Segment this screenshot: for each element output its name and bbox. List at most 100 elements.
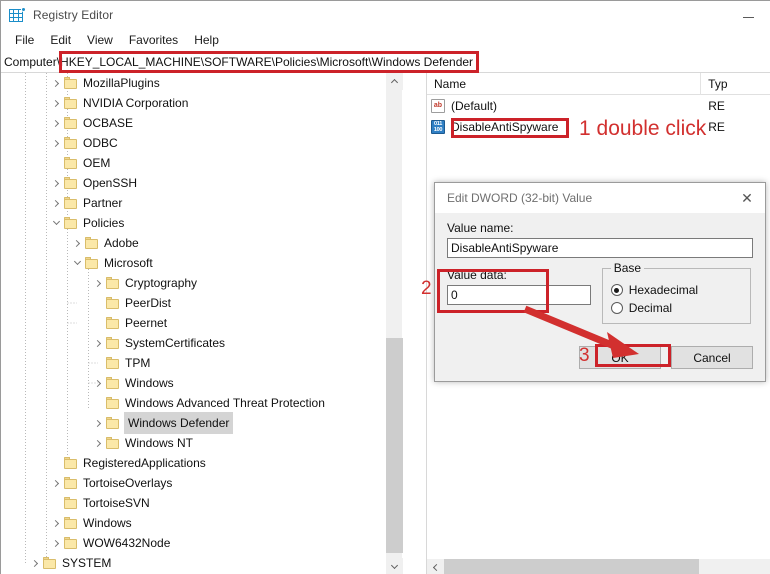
folder-icon — [106, 377, 120, 389]
tree-expander[interactable] — [48, 513, 64, 533]
menu-item-file[interactable]: File — [7, 31, 42, 49]
tree-item-cryptography[interactable]: Cryptography — [1, 273, 402, 293]
chevron-down-icon — [73, 257, 81, 266]
tree-item-windows-advanced-threat-protection[interactable]: Windows Advanced Threat Protection — [1, 393, 402, 413]
tree-item-tpm[interactable]: TPM — [1, 353, 402, 373]
value-name-label: Value name: — [447, 221, 514, 235]
tree-expander[interactable] — [27, 553, 43, 573]
address-path: HKEY_LOCAL_MACHINE\SOFTWARE\Policies\Mic… — [60, 54, 474, 69]
tree-item-nvidia-corporation[interactable]: NVIDIA Corporation — [1, 93, 402, 113]
menu-item-edit[interactable]: Edit — [42, 31, 79, 49]
tree-scroll-up-button[interactable] — [386, 73, 403, 90]
address-bar[interactable]: Computer\ HKEY_LOCAL_MACHINE\SOFTWARE\Pol… — [1, 51, 770, 73]
tree-expander[interactable] — [48, 73, 64, 93]
tree-item-label: Windows Advanced Threat Protection — [125, 396, 325, 410]
tree-item-label: Partner — [83, 196, 123, 210]
values-horizontal-scrollbar[interactable] — [427, 558, 770, 574]
tree-item-registeredapplications[interactable]: RegisteredApplications — [1, 453, 402, 473]
tree-scroll-down-button[interactable] — [386, 558, 403, 574]
tree-vertical-scrollbar[interactable] — [385, 73, 403, 574]
tree-expander[interactable] — [69, 253, 85, 273]
minimize-icon — [742, 16, 754, 18]
menu-item-help[interactable]: Help — [186, 31, 227, 49]
radio-decimal[interactable]: Decimal — [610, 301, 742, 315]
tree-expander[interactable] — [90, 333, 106, 353]
tree-expander[interactable] — [69, 233, 85, 253]
title-bar: Registry Editor — [1, 1, 770, 29]
tree-item-adobe[interactable]: Adobe — [1, 233, 402, 253]
tree-expander[interactable] — [48, 133, 64, 153]
tree-item-peerdist[interactable]: PeerDist — [1, 293, 402, 313]
folder-icon — [64, 157, 78, 169]
values-scrollbar-thumb[interactable] — [444, 558, 699, 574]
radio-hexadecimal-icon — [610, 284, 623, 296]
annotation-step-1-label: 1 double click — [579, 117, 707, 140]
tree-expander[interactable] — [90, 273, 106, 293]
tree-item-ocbase[interactable]: OCBASE — [1, 113, 402, 133]
tree-expander[interactable] — [48, 213, 64, 233]
chevron-right-icon — [51, 99, 59, 107]
ok-button[interactable]: OK — [579, 346, 661, 369]
menu-item-view[interactable]: View — [79, 31, 121, 49]
menu-item-favorites[interactable]: Favorites — [121, 31, 186, 49]
tree-expander-placeholder — [48, 153, 64, 173]
tree-item-label: PeerDist — [125, 296, 172, 310]
chevron-right-icon — [51, 479, 59, 487]
tree-item-microsoft[interactable]: Microsoft — [1, 253, 402, 273]
menu-bar: File Edit View Favorites Help — [1, 29, 770, 51]
tree-expander[interactable] — [90, 433, 106, 453]
tree-item-odbc[interactable]: ODBC — [1, 133, 402, 153]
tree-expander[interactable] — [48, 173, 64, 193]
radio-decimal-label: Decimal — [628, 301, 673, 315]
registry-tree[interactable]: MozillaPlugins NVIDIA Corporation OCBASE OD… — [1, 73, 402, 574]
close-icon[interactable]: ✕ — [729, 183, 765, 213]
tree-expander[interactable] — [48, 473, 64, 493]
value-data-input[interactable] — [447, 285, 591, 305]
tree-item-peernet[interactable]: Peernet — [1, 313, 402, 333]
base-groupbox: Base Hexadecimal Decimal — [601, 261, 751, 324]
tree-expander[interactable] — [48, 93, 64, 113]
tree-expander[interactable] — [90, 413, 106, 433]
column-header-type[interactable]: Typ — [701, 73, 770, 95]
tree-item-openssh[interactable]: OpenSSH — [1, 173, 402, 193]
tree-item-mozillaplugins[interactable]: MozillaPlugins — [1, 73, 402, 93]
tree-item-wow6432node[interactable]: WOW6432Node — [1, 533, 402, 553]
tree-item-policies[interactable]: Policies — [1, 213, 402, 233]
tree-expander-placeholder — [48, 453, 64, 473]
column-header-name[interactable]: Name — [427, 73, 702, 95]
address-prefix: Computer\ — [4, 54, 61, 69]
tree-expander[interactable] — [48, 193, 64, 213]
tree-item-label: Adobe — [104, 236, 139, 250]
folder-icon — [64, 97, 78, 109]
values-scroll-left-button[interactable] — [427, 559, 444, 574]
chevron-right-icon — [72, 239, 80, 247]
tree-scrollbar-thumb[interactable] — [386, 338, 403, 553]
chevron-left-icon — [432, 563, 441, 571]
tree-expander-placeholder — [90, 313, 106, 333]
tree-item-tortoisesvn[interactable]: TortoiseSVN — [1, 493, 402, 513]
tree-item-windows-nt[interactable]: Windows NT — [1, 433, 402, 453]
tree-item-partner[interactable]: Partner — [1, 193, 402, 213]
tree-item-systemcertificates[interactable]: SystemCertificates — [1, 333, 402, 353]
folder-icon — [64, 477, 78, 489]
tree-expander[interactable] — [48, 533, 64, 553]
cancel-button[interactable]: Cancel — [671, 346, 753, 369]
tree-item-windows-defender[interactable]: Windows Defender — [1, 412, 402, 434]
tree-item-label: WOW6432Node — [83, 536, 171, 550]
radio-hexadecimal[interactable]: Hexadecimal — [610, 283, 742, 297]
table-row[interactable]: ab (Default) RE — [427, 95, 770, 116]
tree-item-oem[interactable]: OEM — [1, 153, 402, 173]
tree-expander[interactable] — [48, 113, 64, 133]
value-name-input[interactable] — [447, 238, 753, 258]
tree-expander[interactable] — [90, 373, 106, 393]
tree-item-windows[interactable]: Windows — [1, 513, 402, 533]
registry-tree-panel: MozillaPlugins NVIDIA Corporation OCBASE OD… — [1, 73, 420, 574]
folder-icon — [64, 217, 78, 229]
minimize-button[interactable] — [725, 1, 770, 29]
folder-icon — [106, 417, 120, 429]
string-value-icon: ab — [431, 98, 445, 113]
tree-item-label: Windows — [83, 516, 132, 530]
tree-item-system[interactable]: SYSTEM — [1, 553, 402, 573]
tree-item-tortoiseoverlays[interactable]: TortoiseOverlays — [1, 473, 402, 493]
tree-item-windows[interactable]: Windows — [1, 373, 402, 393]
